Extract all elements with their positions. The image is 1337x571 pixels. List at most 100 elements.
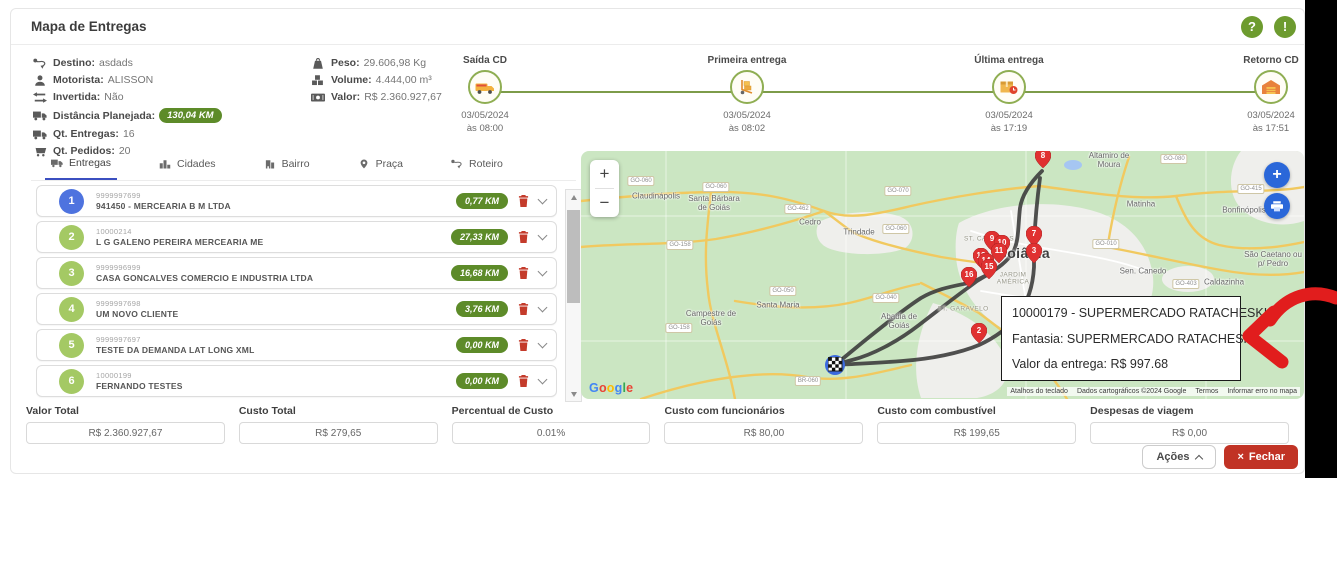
tab-label: Bairro xyxy=(282,158,310,170)
timeline-stop-label: Primeira entrega xyxy=(708,55,787,66)
actions-row: Ações × Fechar xyxy=(1142,445,1298,469)
trash-icon[interactable] xyxy=(518,339,529,351)
map-infowindow: 10000179 - SUPERMERCADO RATACHESKI Fanta… xyxy=(1001,296,1241,381)
total-label: Despesas de viagem xyxy=(1090,405,1289,417)
summary-icon xyxy=(33,129,47,140)
timeline-stop-time: às 17:51 xyxy=(1253,123,1289,134)
tab-cidades[interactable]: Cidades xyxy=(153,149,222,180)
summary-label: Peso: xyxy=(331,57,360,69)
scrollbar-thumb[interactable] xyxy=(567,210,580,303)
scrollbar-down-arrow[interactable] xyxy=(566,387,581,401)
map-marker[interactable]: 3 xyxy=(1026,243,1042,263)
total-value-box: R$ 0,00 xyxy=(1090,422,1289,444)
delivery-item[interactable]: 4 9999997698 UM NOVO CLIENTE 3,76 KM xyxy=(36,293,557,325)
delivery-distance-badge: 16,68 KM xyxy=(451,265,508,281)
tab-entregas[interactable]: Entregas xyxy=(45,149,117,180)
checkered-flag-icon xyxy=(828,357,843,372)
map-attribution-item[interactable]: Dados cartográficos ©2024 Google xyxy=(1077,388,1186,395)
google-logo-letter: G xyxy=(589,381,599,395)
zoom-out-button[interactable]: − xyxy=(590,189,619,217)
delivery-item[interactable]: 2 10000214 L G GALENO PEREIRA MERCEARIA … xyxy=(36,221,557,253)
total-field: Custo com funcionários R$ 80,00 xyxy=(664,405,863,444)
zoom-in-button[interactable]: + xyxy=(590,160,619,188)
chevron-down-icon[interactable] xyxy=(538,339,548,349)
delivery-seq-badge: 3 xyxy=(59,261,84,286)
chevron-down-icon[interactable] xyxy=(538,231,548,241)
map-marker[interactable]: 8 xyxy=(1035,151,1051,168)
map-print-button[interactable] xyxy=(1264,193,1290,219)
delivery-item-text: 10000199 FERNANDO TESTES xyxy=(96,371,456,391)
summary-icon xyxy=(33,110,47,121)
summary-label: Distância Planejada: xyxy=(53,110,155,122)
trash-icon[interactable] xyxy=(518,231,529,243)
alert-icon[interactable]: ! xyxy=(1274,16,1296,38)
chevron-down-icon[interactable] xyxy=(538,375,548,385)
summary-value: asdads xyxy=(99,57,133,69)
summary-icon xyxy=(33,92,47,103)
chevron-down-icon[interactable] xyxy=(538,267,548,277)
fechar-button[interactable]: × Fechar xyxy=(1224,445,1298,469)
tab-roteiro[interactable]: Roteiro xyxy=(445,149,509,180)
delivery-code: 10000199 xyxy=(96,371,456,380)
delivery-item-text: 10000214 L G GALENO PEREIRA MERCEARIA ME xyxy=(96,227,451,247)
summary-icon xyxy=(33,58,47,69)
infowindow-title: 10000179 - SUPERMERCADO RATACHESKI xyxy=(1012,306,1230,320)
summary-label: Invertida: xyxy=(53,91,100,103)
delivery-item[interactable]: 5 9999997697 TESTE DA DEMANDA LAT LONG X… xyxy=(36,329,557,361)
timeline-stop-time: às 08:02 xyxy=(729,123,765,134)
summary-row: Destino: asdads xyxy=(33,57,311,69)
map-attribution-item[interactable]: Informar erro no mapa xyxy=(1227,388,1297,395)
map-marker[interactable]: 2 xyxy=(971,323,987,343)
tab-bairro[interactable]: Bairro xyxy=(258,149,316,180)
timeline-stop-icon xyxy=(730,70,764,104)
summary-value: 29.606,98 Kg xyxy=(364,57,426,69)
summary-row: Invertida: Não xyxy=(33,91,311,103)
map-marker[interactable]: 15 xyxy=(981,259,997,279)
google-logo[interactable]: Google xyxy=(589,381,633,395)
delivery-distance-badge: 3,76 KM xyxy=(456,301,508,317)
tab-praça[interactable]: Praça xyxy=(352,149,409,180)
trash-icon[interactable] xyxy=(518,195,529,207)
delivery-item[interactable]: 3 9999996999 CASA GONCALVES COMERCIO E I… xyxy=(36,257,557,289)
tab-icon xyxy=(451,159,463,169)
trash-icon[interactable] xyxy=(518,375,529,387)
summary-row: Distância Planejada: 130,04 KM xyxy=(33,108,311,123)
trash-icon[interactable] xyxy=(518,267,529,279)
trash-icon[interactable] xyxy=(518,303,529,315)
depot-flag-marker[interactable] xyxy=(828,357,843,372)
timeline-stop-time: às 08:00 xyxy=(467,123,503,134)
summary-label: Valor: xyxy=(331,91,360,103)
delivery-code: 9999997698 xyxy=(96,299,456,308)
map-attribution-item[interactable]: Atalhos do teclado xyxy=(1010,388,1068,395)
map-add-button[interactable]: + xyxy=(1264,162,1290,188)
total-label: Custo com combustível xyxy=(877,405,1076,417)
timeline-stop-time: às 17:19 xyxy=(991,123,1027,134)
help-icon[interactable]: ? xyxy=(1241,16,1263,38)
delivery-item[interactable]: 6 10000199 FERNANDO TESTES 0,00 KM xyxy=(36,365,557,397)
chevron-down-icon[interactable] xyxy=(538,195,548,205)
map-marker[interactable]: 16 xyxy=(961,267,977,287)
card-header: Mapa de Entregas ? ! xyxy=(11,9,1304,45)
delivery-item[interactable]: 1 9999997699 941450 - MERCEARIA B M LTDA… xyxy=(36,185,557,217)
delivery-seq-badge: 6 xyxy=(59,369,84,394)
delivery-distance-badge: 27,33 KM xyxy=(451,229,508,245)
chevron-up-icon xyxy=(1195,455,1203,463)
summary-icon xyxy=(33,75,47,86)
acoes-button[interactable]: Ações xyxy=(1142,445,1216,469)
map-attribution-item[interactable]: Termos xyxy=(1195,388,1218,395)
acoes-label: Ações xyxy=(1156,451,1189,463)
map-marker-number: 3 xyxy=(1026,246,1042,255)
summary-value: R$ 2.360.927,67 xyxy=(364,91,442,103)
map-marker-number: 16 xyxy=(961,270,977,279)
list-scrollbar[interactable] xyxy=(565,189,582,402)
scrollbar-up-arrow[interactable] xyxy=(566,190,581,204)
timeline-stop-date: 03/05/2024 xyxy=(1247,110,1295,121)
chevron-down-icon[interactable] xyxy=(538,303,548,313)
tab-icon xyxy=(264,159,276,169)
timeline-stop-label: Última entrega xyxy=(974,55,1043,66)
total-field: Despesas de viagem R$ 0,00 xyxy=(1090,405,1289,444)
google-logo-letter: o xyxy=(607,381,615,395)
map[interactable]: ClaudinápolisSanta Bárbara de GoiásCedro… xyxy=(581,151,1304,399)
summary-label: Motorista: xyxy=(53,74,104,86)
map-marker-number: 2 xyxy=(971,326,987,335)
